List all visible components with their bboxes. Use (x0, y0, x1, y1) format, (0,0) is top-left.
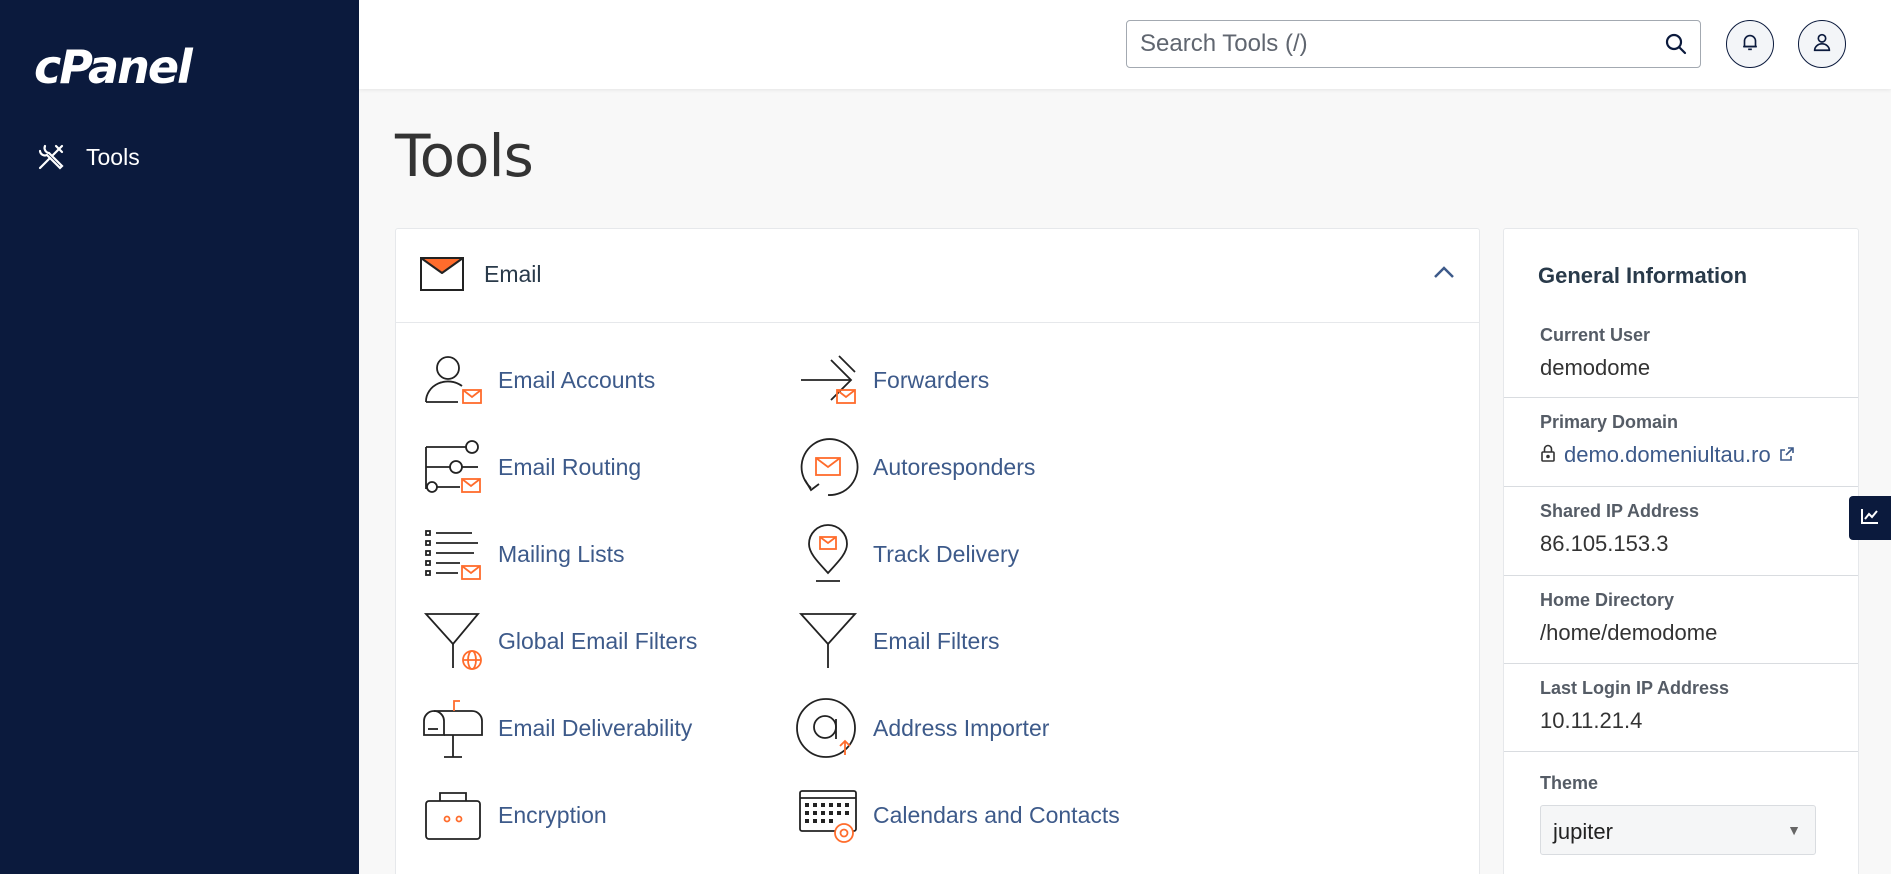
general-info-title: General Information (1538, 263, 1748, 288)
info-label: Theme (1540, 773, 1599, 793)
tool-label: Email Filters (873, 627, 1000, 654)
search-input[interactable] (1127, 21, 1647, 67)
info-last-login-ip: Last Login IP Address 10.11.21.4 (1504, 664, 1858, 752)
email-panel: Email Email Accounts Forwarders Email Ro… (395, 228, 1480, 874)
primary-domain-link[interactable]: demo.domeniultau.ro (1540, 442, 1795, 468)
search-icon[interactable] (1664, 32, 1688, 61)
sidebar-item-label: Tools (86, 143, 140, 170)
tool-email-deliverability[interactable]: Email Deliverability (420, 695, 692, 761)
tool-label: Autoresponders (873, 453, 1036, 480)
info-label: Last Login IP Address (1540, 678, 1730, 698)
lock-icon (1540, 442, 1556, 468)
info-label: Current User (1540, 325, 1651, 345)
tool-label: Mailing Lists (498, 540, 625, 567)
global-email-filters-icon (420, 608, 486, 674)
theme-select[interactable]: jupiter ▼ (1540, 805, 1816, 855)
user-icon (1811, 31, 1833, 58)
autoresponders-icon (795, 434, 861, 500)
tool-label: Calendars and Contacts (873, 801, 1120, 828)
info-label: Shared IP Address (1540, 501, 1700, 521)
primary-domain-text: demo.domeniultau.ro (1564, 442, 1771, 467)
envelope-icon (420, 257, 464, 296)
info-current-user: Current User demodome (1504, 311, 1858, 398)
tool-label: Track Delivery (873, 540, 1020, 567)
caret-down-icon: ▼ (1787, 822, 1801, 838)
chevron-up-icon[interactable] (1433, 265, 1455, 284)
external-link-icon (1779, 442, 1795, 468)
sidebar: cPanel Tools (0, 0, 359, 874)
tool-label: Encryption (498, 801, 607, 828)
mailing-lists-icon (420, 521, 486, 587)
tool-email-filters[interactable]: Email Filters (795, 608, 1000, 674)
forwarders-icon (795, 347, 861, 413)
user-menu-button[interactable] (1798, 20, 1846, 68)
tool-email-routing[interactable]: Email Routing (420, 434, 641, 500)
info-value: 10.11.21.4 (1540, 708, 1643, 733)
email-panel-header[interactable]: Email (396, 229, 1479, 323)
tool-label: Email Routing (498, 453, 642, 480)
email-routing-icon (420, 434, 486, 500)
search-box (1126, 20, 1701, 68)
tool-encryption[interactable]: Encryption (420, 782, 607, 848)
info-value: 86.105.153.3 (1540, 531, 1669, 556)
tool-email-accounts[interactable]: Email Accounts (420, 347, 655, 413)
tool-track-delivery[interactable]: Track Delivery (795, 521, 1019, 587)
email-filters-icon (795, 608, 861, 674)
encryption-icon (420, 782, 486, 848)
notifications-button[interactable] (1726, 20, 1774, 68)
sidebar-item-tools[interactable]: Tools (36, 142, 140, 172)
calendars-contacts-icon (795, 782, 861, 848)
stats-chart-icon (1860, 507, 1880, 530)
tool-label: Global Email Filters (498, 627, 698, 654)
track-delivery-icon (795, 521, 861, 587)
tools-icon (36, 142, 66, 172)
tool-autoresponders[interactable]: Autoresponders (795, 434, 1035, 500)
tool-global-email-filters[interactable]: Global Email Filters (420, 608, 697, 674)
tool-address-importer[interactable]: Address Importer (795, 695, 1049, 761)
email-panel-title: Email (484, 261, 542, 287)
tool-mailing-lists[interactable]: Mailing Lists (420, 521, 625, 587)
info-label: Home Directory (1540, 590, 1675, 610)
page-title: Tools (395, 122, 534, 190)
tool-forwarders[interactable]: Forwarders (795, 347, 989, 413)
stats-side-tab[interactable] (1849, 496, 1891, 540)
theme-select-value: jupiter (1553, 819, 1613, 844)
general-info-panel: General Information Current User demodom… (1503, 228, 1859, 874)
bell-icon (1739, 31, 1761, 58)
cpanel-logo[interactable]: cPanel (34, 40, 193, 94)
tool-label: Address Importer (873, 714, 1050, 741)
tool-label: Email Accounts (498, 366, 656, 393)
info-shared-ip: Shared IP Address 86.105.153.3 (1504, 487, 1858, 576)
tool-label: Forwarders (873, 366, 990, 393)
top-bar (359, 0, 1891, 89)
info-home-directory: Home Directory /home/demodome (1504, 576, 1858, 664)
email-accounts-icon (420, 347, 486, 413)
tool-calendars-and-contacts[interactable]: Calendars and Contacts (795, 782, 1120, 848)
info-value: demodome (1540, 355, 1651, 380)
tool-label: Email Deliverability (498, 714, 693, 741)
info-value: /home/demodome (1540, 620, 1718, 645)
info-label: Primary Domain (1540, 412, 1679, 432)
info-primary-domain: Primary Domain demo.domeniultau.ro (1504, 398, 1858, 487)
address-importer-icon (795, 695, 861, 761)
email-deliverability-icon (420, 695, 486, 761)
